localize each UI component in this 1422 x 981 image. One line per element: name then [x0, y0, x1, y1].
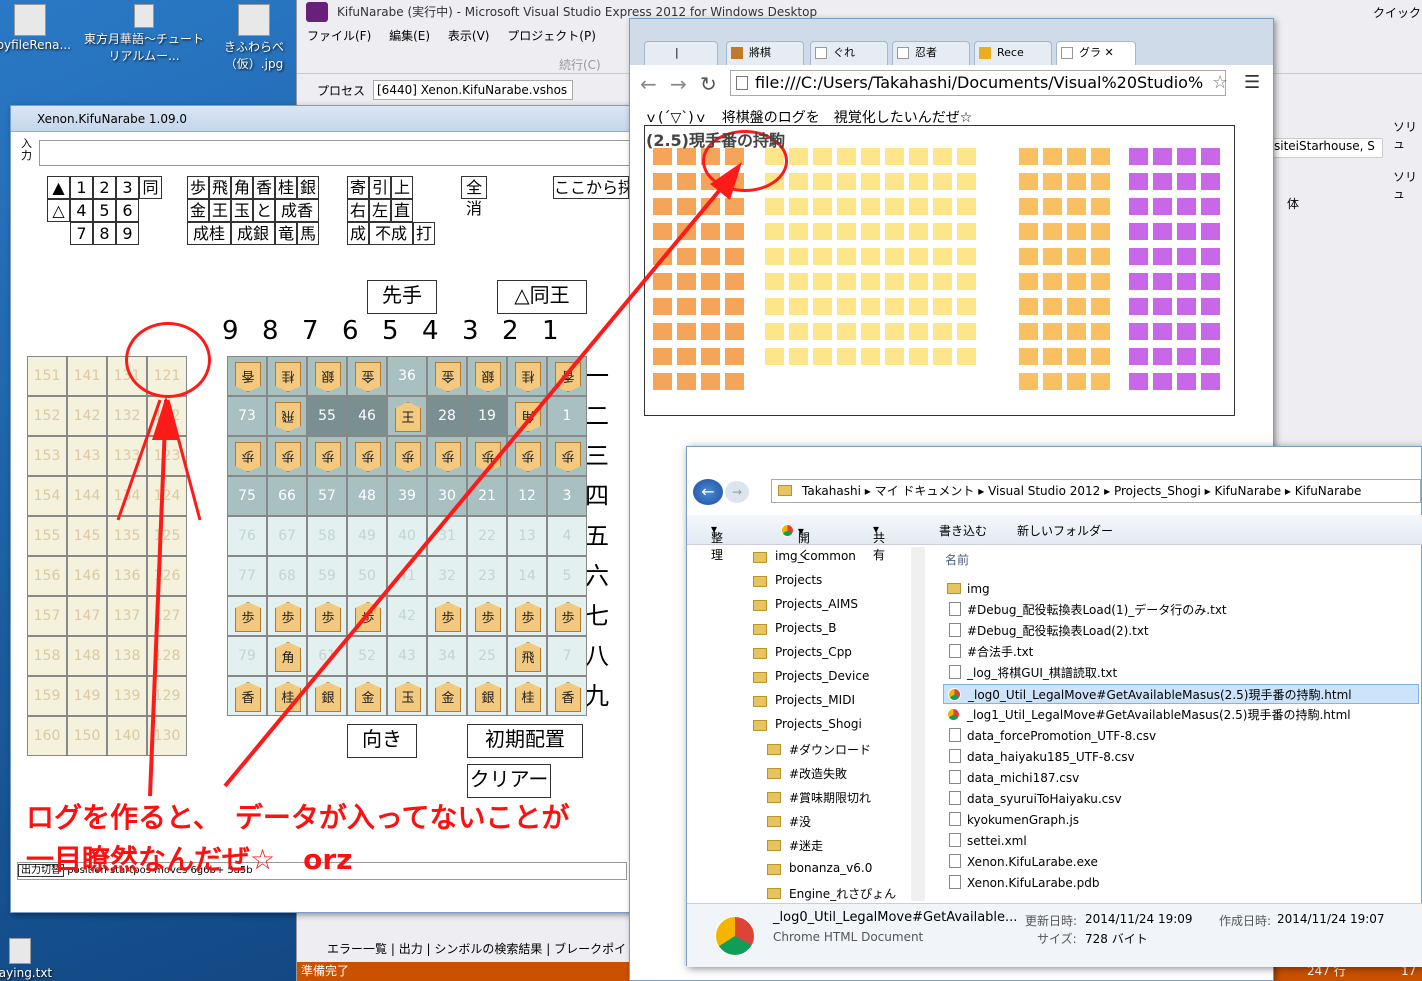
arrow-line: [166, 399, 202, 521]
arrow-line: [116, 399, 162, 521]
arrow-line: [223, 166, 740, 788]
arrow-line: [148, 399, 168, 797]
graph-title: (2.5)現手番の持駒: [646, 131, 785, 150]
